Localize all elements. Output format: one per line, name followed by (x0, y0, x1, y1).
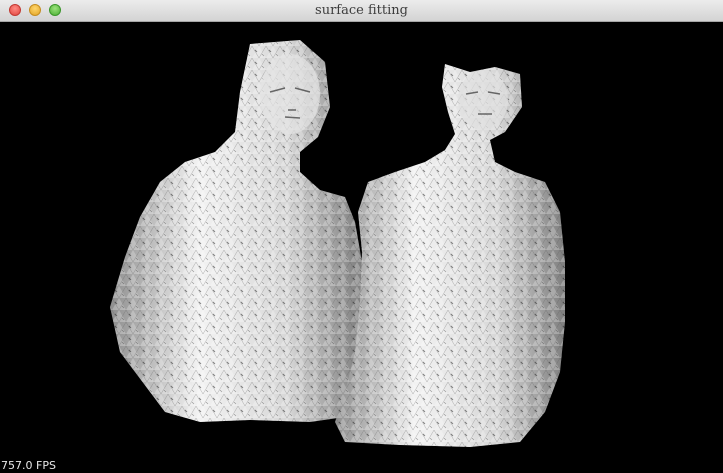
window-title: surface fitting (315, 3, 408, 18)
surface-mesh-render (110, 40, 565, 447)
title-bar[interactable]: surface fitting (0, 0, 723, 22)
left-figure-mesh (110, 40, 362, 422)
app-window: surface fitting 757.0 FPS (0, 0, 723, 473)
right-figure-mesh (335, 64, 565, 447)
fps-counter: 757.0 FPS (1, 459, 56, 472)
3d-viewport[interactable]: 757.0 FPS (0, 22, 723, 473)
